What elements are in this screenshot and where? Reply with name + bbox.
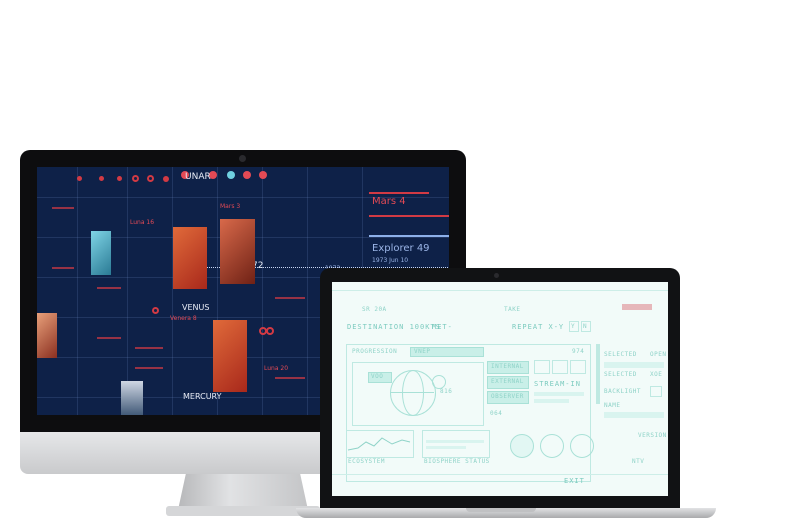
explorer-title: Explorer 49 — [372, 243, 430, 254]
macbook-notch — [466, 508, 536, 512]
orbit-ring — [152, 307, 159, 314]
exit-label[interactable]: EXIT — [564, 477, 585, 485]
biosphere-bar — [426, 446, 466, 449]
destination-label: DESTINATION 100KTS — [347, 323, 441, 331]
luna-left-label: Luna 16 — [130, 219, 155, 226]
biosphere-chart — [422, 430, 490, 458]
mars4-title: Mars 4 — [372, 196, 406, 207]
side-value-1: OPEN — [650, 351, 667, 358]
progression-value: VNEP — [414, 348, 431, 355]
arrow-up-icon[interactable] — [510, 434, 534, 458]
macbook-screen: SR 20A TAKE DESTINATION 100KTS MET- REPE… — [332, 282, 668, 496]
globe-meridian — [402, 370, 424, 416]
mercury-label: MERCURY — [183, 392, 222, 401]
data-tick — [275, 297, 305, 299]
target-icon — [432, 375, 446, 389]
timeline-ring — [132, 175, 139, 182]
grid-line — [172, 167, 173, 415]
close-icon[interactable] — [552, 360, 568, 374]
number-816: 816 — [440, 388, 453, 395]
mission-thumbnail[interactable] — [91, 231, 111, 275]
scrollbar[interactable] — [596, 344, 600, 404]
venus-label: VENUS — [182, 303, 210, 312]
repeat-y: Y — [571, 323, 576, 330]
mission-thumbnail[interactable] — [220, 219, 255, 284]
biosphere-bar — [426, 440, 484, 443]
timeline-dot — [117, 176, 122, 181]
repeat-label: REPEAT X-Y — [512, 323, 565, 331]
stream-bar — [534, 392, 584, 396]
imac-stand — [178, 474, 308, 510]
side-item-4[interactable]: NAME — [604, 402, 620, 409]
grid-line — [127, 167, 128, 415]
orbit-ring — [266, 327, 274, 335]
stream-bar — [534, 399, 569, 403]
version-label: VERSION — [638, 432, 667, 439]
progression-label: PROGRESSION — [352, 348, 398, 355]
timeline-dot — [243, 171, 251, 179]
timeline-dot — [77, 176, 82, 181]
data-tick — [97, 337, 121, 339]
explorer-date: 1973 Jun 10 — [372, 257, 409, 264]
timeline-ring — [147, 175, 154, 182]
data-tick — [135, 347, 163, 349]
card-divider — [369, 235, 449, 237]
venera-label: Venera 8 — [170, 315, 197, 322]
mars3-label: Mars 3 — [220, 203, 241, 210]
timeline-dot — [227, 171, 235, 179]
timeline-dot — [99, 176, 104, 181]
observer-label: OBSERVER — [491, 393, 524, 400]
data-tick — [97, 287, 121, 289]
stream-label: STREAM-IN — [534, 380, 581, 388]
bottom-divider — [332, 474, 668, 475]
mission-thumbnail[interactable] — [37, 313, 57, 358]
side-item-1[interactable]: SELECTED — [604, 351, 637, 358]
ecosystem-sparkline — [347, 437, 411, 451]
mission-thumbnail[interactable] — [173, 227, 207, 289]
luna-label: Luna 20 — [264, 365, 289, 372]
top-indicator — [622, 304, 652, 310]
grid-line — [262, 167, 263, 415]
data-tick — [52, 207, 74, 209]
ntv-label: NTV — [632, 458, 645, 465]
top-label-2: TAKE — [504, 306, 521, 313]
globe-equator — [390, 392, 434, 393]
number-064: 064 — [490, 410, 503, 417]
data-tick — [275, 377, 305, 379]
arrow-down-icon[interactable] — [540, 434, 564, 458]
external-label: EXTERNAL — [491, 378, 524, 385]
mission-thumbnail[interactable] — [121, 381, 143, 415]
destination-suffix: MET- — [432, 323, 453, 331]
top-divider — [332, 290, 668, 291]
top-label-1: SR 20A — [362, 306, 387, 313]
close-icon[interactable] — [534, 360, 550, 374]
card-divider — [369, 192, 429, 194]
data-tick — [52, 267, 74, 269]
voo-label: VOO — [371, 373, 384, 380]
biosphere-label: BIOSPHERE STATUS — [424, 458, 490, 465]
side-item-2[interactable]: SELECTED — [604, 371, 637, 378]
imac-camera — [239, 155, 246, 162]
close-icon[interactable] — [570, 360, 586, 374]
timeline-dot — [259, 171, 267, 179]
side-item-3[interactable]: BACKLIGHT — [604, 388, 641, 395]
column-value: 974 — [572, 348, 585, 355]
grid-line — [77, 167, 78, 415]
data-tick — [135, 367, 163, 369]
ecosystem-label: ECOSYSTEM — [348, 458, 386, 465]
timeline-dot — [163, 176, 169, 182]
macbook-camera — [494, 273, 499, 278]
backlight-toggle[interactable] — [650, 386, 662, 397]
side-value-2: XOE — [650, 371, 663, 378]
card-divider — [369, 215, 449, 217]
mission-thumbnail[interactable] — [213, 320, 247, 392]
grid-line — [307, 167, 308, 415]
side-bar — [604, 362, 664, 368]
repeat-n: N — [583, 323, 588, 330]
arrow-down-icon[interactable] — [570, 434, 594, 458]
header-label: UNAR — [185, 172, 211, 182]
internal-label: INTERNAL — [491, 363, 524, 370]
name-field[interactable] — [604, 412, 664, 418]
